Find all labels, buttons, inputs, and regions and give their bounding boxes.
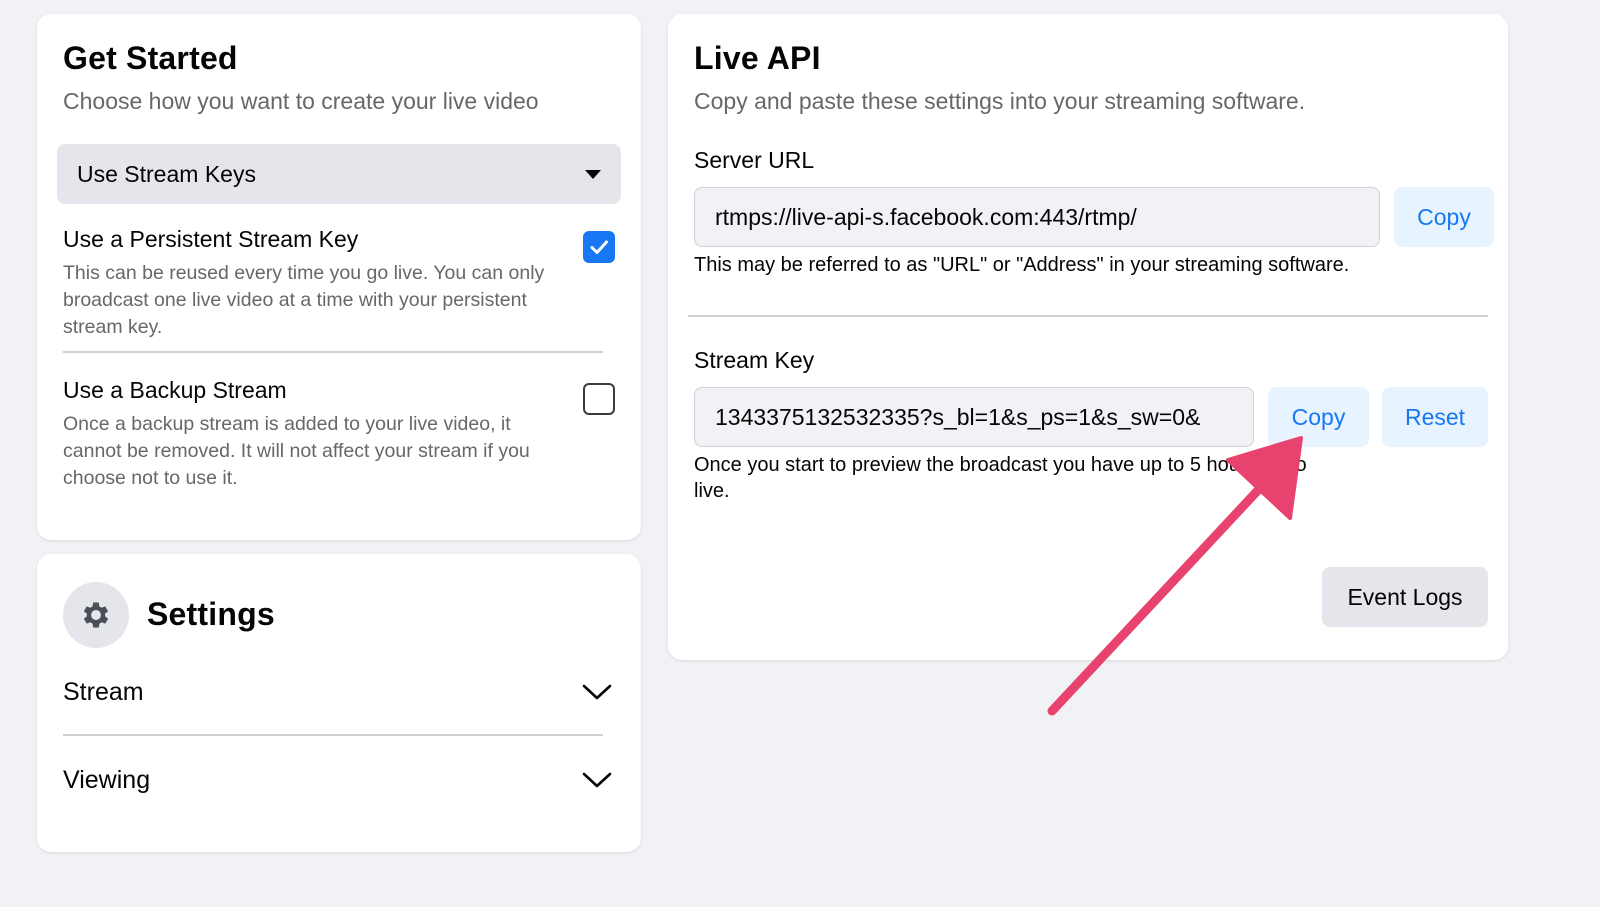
settings-row-stream[interactable]: Stream bbox=[63, 662, 613, 722]
copy-server-url-button[interactable]: Copy bbox=[1394, 187, 1494, 247]
settings-row-label: Stream bbox=[63, 677, 144, 706]
options-divider bbox=[63, 351, 603, 353]
settings-divider bbox=[63, 734, 603, 736]
stream-key-hint-line1: Once you start to preview the broadcast … bbox=[694, 454, 1307, 476]
dropdown-value: Use Stream Keys bbox=[77, 160, 256, 187]
chevron-down-icon bbox=[582, 772, 612, 788]
stream-key-field[interactable]: 1343375132532335?s_bl=1&s_ps=1&s_sw=0& bbox=[694, 387, 1254, 447]
live-api-card: Live API Copy and paste these settings i… bbox=[668, 14, 1508, 660]
persistent-key-description: This can be reused every time you go liv… bbox=[63, 262, 545, 338]
event-logs-button[interactable]: Event Logs bbox=[1322, 567, 1488, 627]
server-url-field[interactable]: rtmps://live-api-s.facebook.com:443/rtmp… bbox=[694, 187, 1380, 247]
settings-row-viewing[interactable]: Viewing bbox=[63, 750, 613, 810]
server-url-label: Server URL bbox=[694, 147, 815, 173]
gear-icon bbox=[83, 602, 109, 628]
caret-down-icon bbox=[585, 169, 601, 179]
chevron-down-icon bbox=[582, 684, 612, 700]
stream-key-hint-line2: live. bbox=[694, 480, 730, 502]
server-url-hint: This may be referred to as "URL" or "Add… bbox=[694, 254, 1350, 276]
get-started-subtitle: Choose how you want to create your live … bbox=[63, 88, 539, 114]
settings-title: Settings bbox=[147, 596, 275, 632]
settings-card: Settings Stream Viewing bbox=[37, 554, 641, 852]
persistent-key-title: Use a Persistent Stream Key bbox=[63, 226, 359, 252]
backup-stream-description: Once a backup stream is added to your li… bbox=[63, 413, 530, 489]
reset-stream-key-button[interactable]: Reset bbox=[1382, 387, 1488, 447]
stream-method-dropdown[interactable]: Use Stream Keys bbox=[57, 144, 621, 204]
settings-icon-circle bbox=[63, 582, 129, 648]
copy-stream-key-button[interactable]: Copy bbox=[1268, 387, 1369, 447]
checkmark-icon bbox=[590, 240, 608, 254]
live-api-subtitle: Copy and paste these settings into your … bbox=[694, 88, 1306, 114]
get-started-card: Get Started Choose how you want to creat… bbox=[37, 14, 641, 540]
get-started-title: Get Started bbox=[63, 40, 238, 76]
backup-stream-checkbox[interactable] bbox=[583, 383, 615, 415]
live-api-title: Live API bbox=[694, 40, 821, 76]
stream-key-label: Stream Key bbox=[694, 347, 815, 373]
persistent-key-checkbox[interactable] bbox=[583, 231, 615, 263]
settings-row-label: Viewing bbox=[63, 765, 151, 794]
live-api-divider bbox=[688, 315, 1488, 317]
backup-stream-title: Use a Backup Stream bbox=[63, 377, 287, 403]
